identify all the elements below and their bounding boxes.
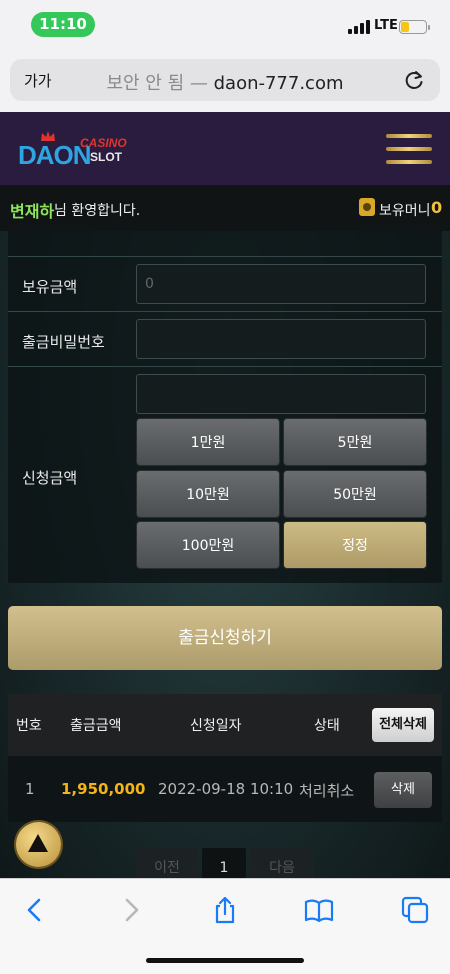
history-table-header: 번호 출금금액 신청일자 상태 전체삭제 [8, 694, 442, 756]
wallet-icon [359, 198, 375, 216]
column-amount: 출금금액 [70, 718, 122, 734]
wallet-label: 보유머니 [379, 203, 431, 219]
home-indicator [146, 958, 304, 963]
amount-10k-button[interactable]: 1만원 [136, 418, 280, 466]
battery-icon [399, 20, 430, 34]
menu-icon[interactable] [386, 134, 432, 164]
url-display[interactable]: 보안 안 됨 — daon-777.com [60, 69, 390, 95]
divider [8, 366, 442, 367]
row-amount: 1,950,000 [61, 780, 146, 798]
request-amount-input[interactable] [136, 374, 426, 414]
column-number: 번호 [16, 718, 42, 734]
submit-withdrawal-button[interactable]: 출금신청하기 [8, 606, 442, 670]
welcome-message: 님 환영합니다. [54, 203, 141, 219]
reload-icon[interactable] [402, 68, 426, 92]
divider [8, 256, 442, 257]
text-size-button[interactable]: 가가 [24, 70, 52, 91]
web-page: DAON CASINO SLOT 변재하 님 환영합니다. 보유머니 0 보유금… [0, 112, 450, 878]
site-logo[interactable]: DAON CASINO SLOT [18, 130, 148, 170]
request-amount-label: 신청금액 [22, 469, 78, 487]
site-header: DAON CASINO SLOT [0, 112, 450, 185]
logo-casino-text: CASINO [80, 136, 127, 150]
wallet-amount: 0 [431, 198, 443, 217]
tabs-icon[interactable] [400, 895, 430, 925]
cellular-signal-icon [348, 20, 370, 34]
share-icon[interactable] [210, 895, 240, 925]
column-date: 신청일자 [190, 718, 242, 734]
next-page-button[interactable]: 다음 [250, 848, 314, 878]
amount-50k-button[interactable]: 5만원 [283, 418, 427, 466]
current-page-button[interactable]: 1 [202, 848, 246, 878]
row-date: 2022-09-18 10:10 [158, 780, 294, 798]
welcome-bar: 변재하 님 환영합니다. 보유머니 0 [0, 185, 450, 231]
url-domain: daon-777.com [213, 73, 344, 94]
bookmarks-icon[interactable] [304, 895, 334, 925]
insecure-label: 보안 안 됨 — [106, 73, 208, 94]
address-bar[interactable]: 가가 보안 안 됨 — daon-777.com [10, 59, 440, 101]
delete-row-button[interactable]: 삭제 [374, 772, 432, 808]
logo-slot-text: SLOT [90, 150, 122, 164]
password-label: 출금비밀번호 [22, 333, 105, 351]
battery-level [401, 22, 409, 32]
balance-label: 보유금액 [22, 278, 78, 296]
amount-100k-button[interactable]: 10만원 [136, 470, 280, 518]
network-type: LTE [374, 18, 398, 33]
amount-500k-button[interactable]: 50만원 [283, 470, 427, 518]
delete-all-button[interactable]: 전체삭제 [372, 708, 434, 742]
forward-icon[interactable] [116, 895, 146, 925]
withdrawal-password-input[interactable] [136, 319, 426, 359]
column-status: 상태 [314, 718, 340, 734]
ios-status-bar: 11:10 LTE [0, 0, 450, 48]
divider [8, 311, 442, 312]
row-status: 처리취소 [299, 782, 355, 800]
scroll-to-top-icon[interactable] [16, 822, 61, 867]
back-icon[interactable] [20, 895, 50, 925]
withdrawal-form: 보유금액 0 출금비밀번호 신청금액 1만원 5만원 10만원 50만원 100… [8, 231, 442, 583]
balance-field: 0 [136, 264, 426, 304]
row-number: 1 [25, 780, 35, 798]
user-name: 변재하 [10, 202, 55, 221]
table-row: 1 1,950,000 2022-09-18 10:10 처리취소 삭제 [8, 756, 442, 822]
prev-page-button[interactable]: 이전 [136, 848, 198, 878]
reset-amount-button[interactable]: 정정 [283, 521, 427, 569]
status-time: 11:10 [31, 12, 95, 37]
amount-1m-button[interactable]: 100만원 [136, 521, 280, 569]
